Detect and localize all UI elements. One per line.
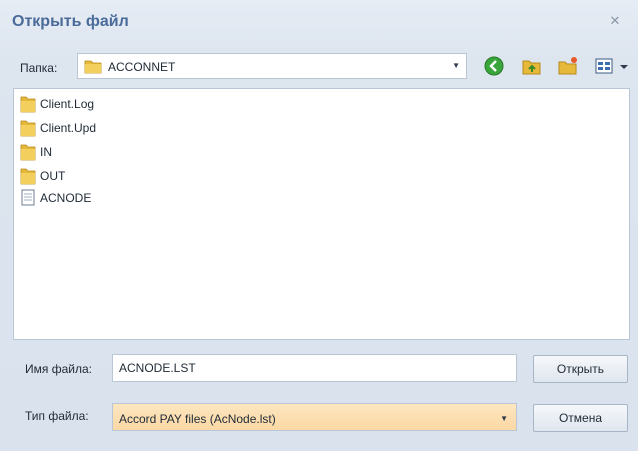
new-folder-icon <box>558 57 577 75</box>
back-button[interactable] <box>482 54 506 78</box>
filetype-label: Тип файла: <box>25 409 89 423</box>
folder-icon <box>20 119 36 140</box>
folder-icon <box>20 167 36 188</box>
list-item-label: ACNODE <box>40 191 92 205</box>
view-menu-icon <box>595 58 628 74</box>
folder-up-button[interactable] <box>520 54 544 78</box>
folder-name: ACCONNET <box>108 60 176 74</box>
back-arrow-icon <box>484 56 504 76</box>
close-icon[interactable]: ✕ <box>608 14 622 28</box>
file-list[interactable]: Client.Log Client.Upd IN OUT ACNODE <box>13 88 630 340</box>
folder-icon <box>20 95 36 116</box>
filetype-value: Accord PAY files (AcNode.lst) <box>119 412 276 426</box>
dialog-title: Открыть файл <box>12 13 129 30</box>
list-item-label: OUT <box>40 169 66 183</box>
folder-icon <box>84 58 102 77</box>
cancel-button[interactable]: Отмена <box>533 404 628 432</box>
filename-label: Имя файла: <box>25 362 92 376</box>
new-folder-button[interactable] <box>556 54 580 78</box>
folder-up-icon <box>522 60 541 75</box>
chevron-down-icon[interactable]: ▼ <box>452 61 460 70</box>
list-item-label: Client.Log <box>40 97 95 111</box>
folder-label: Папка: <box>20 61 58 75</box>
open-button[interactable]: Открыть <box>533 355 628 383</box>
folder-icon <box>20 143 36 164</box>
folder-dropdown[interactable]: ACCONNET ▼ <box>77 53 467 79</box>
file-icon <box>20 189 36 210</box>
list-item-label: Client.Upd <box>40 121 97 135</box>
list-item-label: IN <box>40 145 52 159</box>
filename-input[interactable] <box>112 354 517 382</box>
view-menu-button[interactable] <box>594 54 634 78</box>
open-file-dialog: Открыть файл ✕ Папка: ACCONNET ▼ Client.… <box>0 0 638 451</box>
chevron-down-icon[interactable]: ▼ <box>500 414 508 423</box>
filetype-select[interactable]: Accord PAY files (AcNode.lst) ▼ <box>112 403 517 431</box>
